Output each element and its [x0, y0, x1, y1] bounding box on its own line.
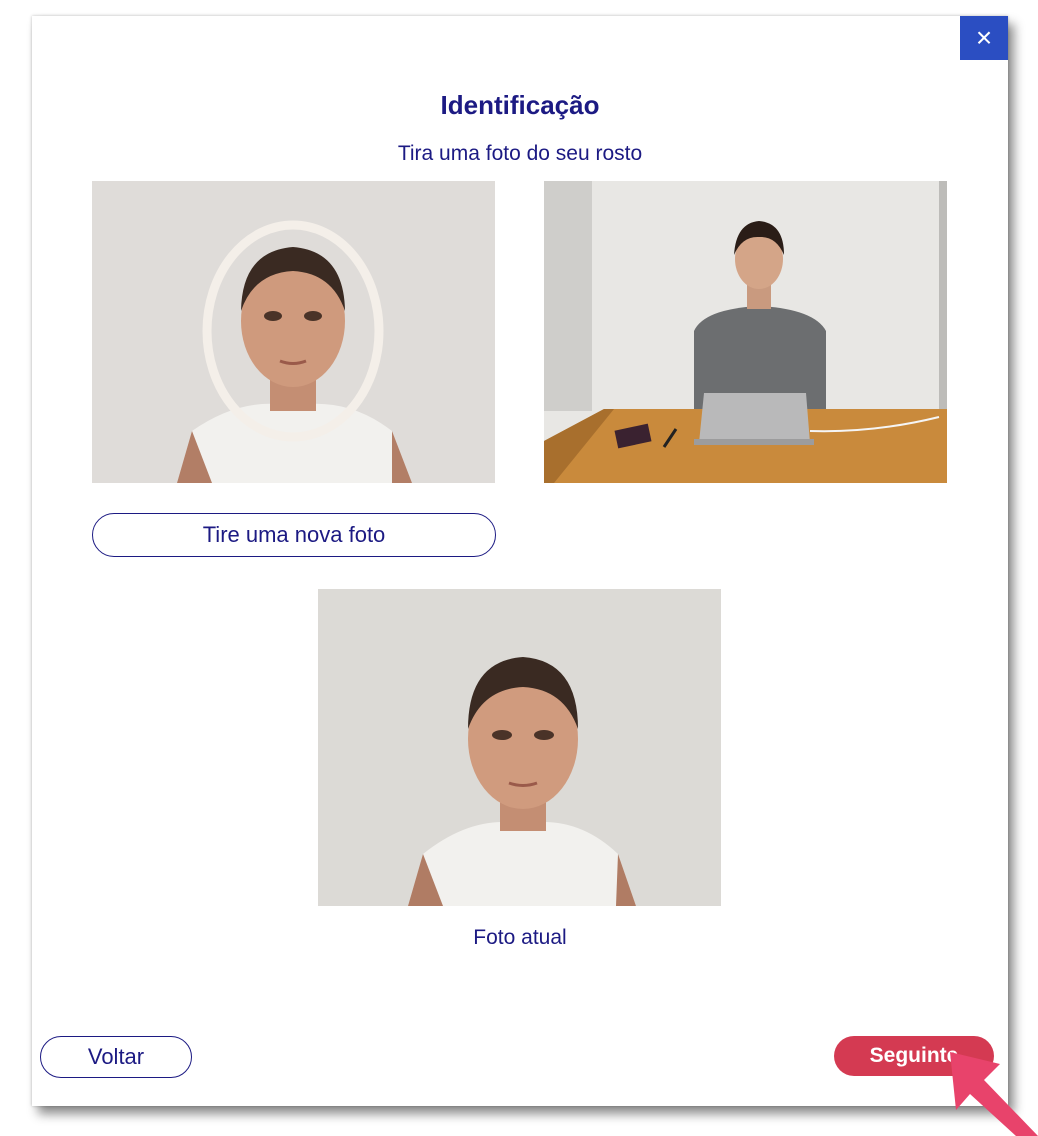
example-image: [544, 181, 947, 483]
retake-photo-label: Tire uma nova foto: [202, 522, 386, 547]
close-button[interactable]: ×: [960, 16, 1008, 60]
retake-photo-button[interactable]: Tire uma nova foto: [92, 513, 496, 557]
current-photo-caption: Foto atual: [473, 926, 567, 949]
close-icon: ×: [975, 22, 993, 53]
camera-preview-image: [92, 181, 495, 483]
identification-dialog: × Identificação Tira uma foto do seu ros…: [32, 16, 1008, 1106]
back-button[interactable]: Voltar: [40, 1036, 192, 1078]
current-photo-image: [318, 589, 721, 906]
back-button-label: Voltar: [87, 1044, 145, 1069]
dialog-subtitle: Tira uma foto do seu rosto: [397, 142, 643, 165]
dialog-title: Identificação: [440, 90, 600, 120]
arrow-pointer-icon: [950, 1052, 1038, 1136]
